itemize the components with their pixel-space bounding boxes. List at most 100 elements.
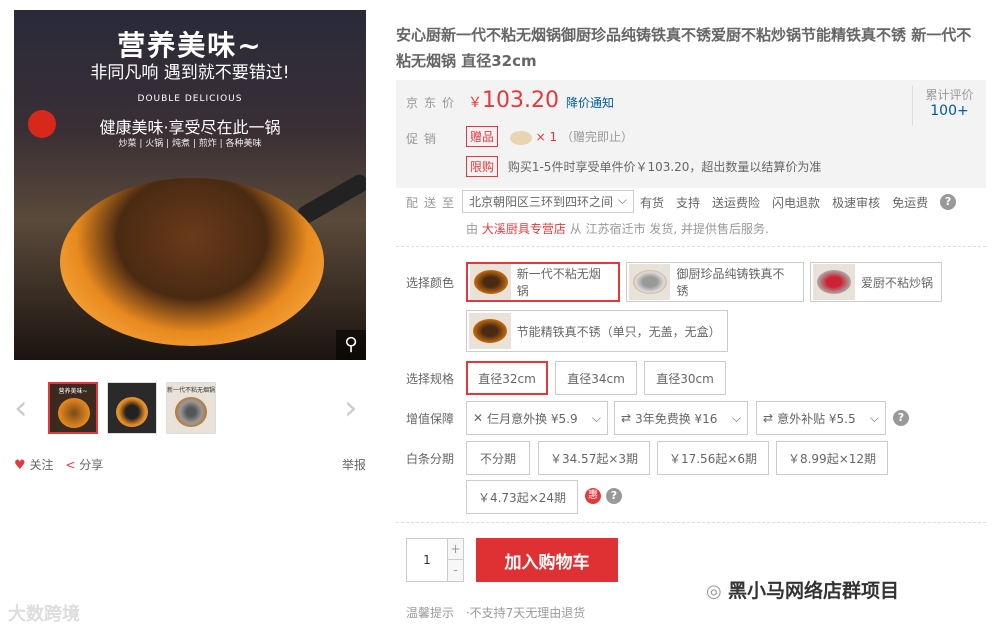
decrease-button[interactable]: -: [447, 560, 463, 581]
follow-link[interactable]: 关注: [29, 458, 53, 472]
option-thumbnail: [470, 264, 511, 300]
wechat-icon: ◎: [706, 581, 728, 602]
help-icon[interactable]: ?: [940, 194, 957, 210]
size-option-30[interactable]: 直径30cm: [644, 361, 726, 395]
option-label: 意外补贴 ¥5.5: [777, 411, 856, 426]
size-label: 选择规格: [406, 372, 455, 386]
color-option-3[interactable]: 爱厨不粘炒锅: [810, 262, 942, 302]
thumbnail-pan: [58, 398, 90, 428]
gift-qty: × 1: [535, 130, 558, 144]
color-option-1[interactable]: 新一代不粘无烟锅: [466, 262, 620, 302]
option-label: 御厨珍品纯铸铁真不锈: [676, 267, 785, 298]
installment-24[interactable]: ￥4.73起×24期: [466, 480, 578, 514]
installment-none[interactable]: 不分期: [466, 441, 530, 475]
pan-picture: [60, 178, 324, 346]
quantity-stepper: 1 + -: [406, 538, 464, 582]
seller-info: 由 大溪厨具专营店 从 江苏宿迁市 发货, 并提供售后服务.: [466, 220, 769, 237]
share-icon[interactable]: <: [65, 458, 75, 472]
divider: [396, 522, 986, 523]
service-item: 支持: [676, 196, 701, 210]
share-link[interactable]: 分享: [79, 458, 103, 472]
seller-suffix: 从 江苏宿迁市 发货, 并提供售后服务.: [569, 222, 769, 236]
size-option-32[interactable]: 直径32cm: [466, 361, 548, 395]
color-option-2[interactable]: 御厨珍品纯铸铁真不锈: [626, 262, 804, 302]
service-item[interactable]: 送运费险: [712, 194, 760, 211]
limit-text: 购买1-5件时享受单件价￥103.20，超出数量以结算价为准: [507, 160, 822, 174]
exchange-icon: ⇄: [621, 411, 632, 425]
image-subline: 非同凡响 遇到就不要错过!: [90, 63, 290, 83]
spatula-icon[interactable]: [509, 130, 532, 145]
size-option-34[interactable]: 直径34cm: [555, 361, 637, 395]
color-option-4[interactable]: 节能精铁真不锈（单只，无盖，无盒）: [466, 310, 728, 352]
protect-option-3[interactable]: ⇄ 意外补贴 ¥5.5 ⌵: [756, 401, 886, 435]
thumbnail-3[interactable]: 新一代不粘无烟锅: [166, 382, 216, 434]
price-drop-notice-link[interactable]: 降价通知: [566, 94, 614, 111]
service-item[interactable]: 免运费: [892, 194, 928, 211]
chevron-down-icon: ⌵: [617, 193, 627, 207]
quantity-input[interactable]: 1: [407, 539, 447, 581]
option-thumbnail: [813, 264, 855, 300]
watermark-text: 黑小马网络店群项目: [727, 580, 899, 602]
cumulative-reviews[interactable]: 累计评价 100+: [912, 86, 986, 126]
product-title: 安心厨新一代不粘无烟锅御厨珍品纯铸铁真不锈爱厨不粘炒锅节能精铁真不锈 新一代不粘…: [396, 26, 972, 70]
service-item[interactable]: 极速审核: [832, 194, 880, 211]
watermark-left: 大数跨境: [8, 604, 80, 625]
installment-6[interactable]: ￥17.56起×6期: [657, 441, 769, 475]
location-select[interactable]: 北京朝阳区三环到四环之间 ⌵: [462, 190, 634, 213]
zoom-icon[interactable]: ⚲: [336, 330, 366, 360]
report-link[interactable]: 举报: [342, 456, 366, 473]
gift-tag: 赠品: [466, 126, 499, 147]
price-box: 京东价 ￥103.20 降价通知 累计评价 100+ 促销 赠品 × 1 （赠完…: [396, 80, 986, 188]
thumbnail-1[interactable]: 营养美味~: [48, 382, 98, 434]
thumb-prev-arrow[interactable]: ‹: [14, 388, 28, 428]
main-product-image[interactable]: 营养美味~ 非同凡响 遇到就不要错过! DOUBLE DELICIOUS 健康美…: [14, 10, 366, 360]
store-link[interactable]: 大溪厨具专营店: [482, 222, 566, 236]
limit-tag: 限购: [466, 156, 499, 177]
cumulative-label: 累计评价: [925, 88, 974, 102]
watermark-right: ◎ 黑小马网络店群项目: [706, 576, 899, 603]
seller-prefix: 由: [466, 222, 479, 236]
service-item: 有货: [640, 196, 665, 210]
service-item[interactable]: 闪电退款: [772, 194, 820, 211]
option-thumbnail: [469, 313, 511, 349]
color-label: 选择颜色: [406, 276, 455, 290]
option-thumbnail: [629, 264, 671, 300]
installment-12[interactable]: ￥8.99起×12期: [776, 441, 888, 475]
chevron-down-icon: ⌵: [869, 410, 879, 425]
help-icon[interactable]: ?: [893, 410, 909, 426]
thumb-next-arrow[interactable]: ›: [344, 388, 358, 428]
chevron-down-icon: ⌵: [591, 410, 601, 425]
follow-share-bar: ♥ 关注 < 分享: [14, 456, 103, 473]
add-to-cart-button[interactable]: 加入购物车: [476, 538, 618, 582]
heart-icon[interactable]: ♥: [14, 458, 26, 473]
option-label: 节能精铁真不锈（单只，无盖，无盒）: [516, 324, 721, 339]
location-value: 北京朝阳区三环到四环之间: [469, 195, 614, 209]
option-label: 3年免费换 ¥16: [635, 411, 718, 426]
cumulative-value: 100+: [930, 103, 969, 119]
limit-row: 限购 购买1-5件时享受单件价￥103.20，超出数量以结算价为准: [466, 156, 821, 177]
installment-3[interactable]: ￥34.57起×3期: [538, 441, 650, 475]
image-english-text: DOUBLE DELICIOUS: [137, 94, 243, 104]
option-label: 爱厨不粘炒锅: [861, 275, 934, 290]
option-label: 新一代不粘无烟锅: [516, 267, 601, 298]
chevron-down-icon: ⌵: [731, 410, 741, 425]
option-label: 仨月意外换 ¥5.9: [487, 411, 578, 426]
thumbnail-2[interactable]: [107, 382, 157, 434]
thumbnail-caption: 营养美味~: [58, 388, 88, 395]
thumbnail-pan: [175, 397, 207, 427]
thumbnail-pan: [116, 397, 148, 427]
gift-row: 赠品 × 1 （赠完即止）: [466, 126, 633, 147]
discount-badge-icon: 惠: [585, 488, 601, 504]
service-list: 有货 支持 送运费险 闪电退款 极速审核 免运费 ?: [640, 194, 957, 211]
image-categories: 炒菜 | 火锅 | 炖煮 | 煎炸 | 各种美味: [118, 139, 262, 149]
price-label: 京东价: [406, 96, 461, 110]
protect-option-1[interactable]: ✕ 仨月意外换 ¥5.9 ⌵: [466, 401, 608, 435]
price-value: ￥103.20: [468, 88, 559, 113]
protect-option-2[interactable]: ⇄ 3年免费换 ¥16 ⌵: [614, 401, 748, 435]
help-icon[interactable]: ?: [606, 488, 622, 504]
delivery-label: 配送至: [406, 196, 461, 210]
divider: [396, 246, 986, 247]
increase-button[interactable]: +: [447, 539, 463, 560]
image-health-text: 健康美味·享受尽在此一锅: [99, 118, 281, 137]
protect-label: 增值保障: [406, 412, 455, 426]
